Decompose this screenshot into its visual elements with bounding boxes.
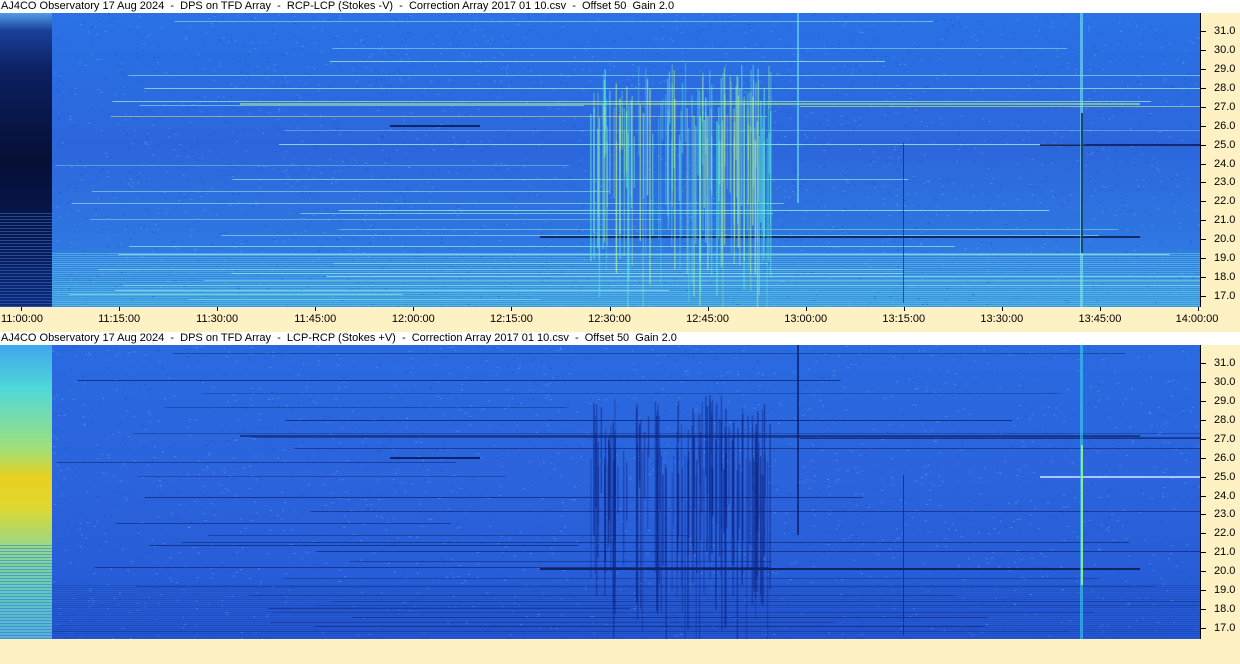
time-label: 13:00:00: [784, 313, 828, 325]
time-tick: [707, 307, 709, 311]
bottom-freq-label: 19.0: [1214, 584, 1236, 597]
time-label: 14:00:00: [1175, 313, 1219, 325]
bottom-freq-label: 21.0: [1214, 546, 1236, 559]
time-label: 13:45:00: [1078, 313, 1122, 325]
bottom-spectrogram-canvas: [0, 345, 1200, 639]
bottom-freq-tick: [1201, 533, 1206, 535]
bottom-freq-tick: [1201, 363, 1206, 364]
top-spectrogram-canvas: [0, 13, 1200, 307]
time-label: 11:15:00: [98, 313, 141, 325]
top-freq-tick: [1201, 182, 1206, 184]
bottom-freq-tick: [1201, 609, 1206, 611]
bottom-freq-label: 26.0: [1214, 451, 1236, 464]
top-freq-tick: [1201, 239, 1206, 241]
time-tick: [511, 307, 513, 311]
time-label: 13:30:00: [980, 313, 1024, 325]
bottom-freq-label: 29.0: [1214, 394, 1236, 407]
top-panel-title: AJ4CO Observatory 17 Aug 2024 - DPS on T…: [1, 0, 675, 12]
bottom-freq-tick: [1201, 571, 1206, 573]
time-tick: [1099, 307, 1101, 311]
top-freq-label: 25.0: [1214, 138, 1236, 151]
top-freq-label: 21.0: [1214, 214, 1236, 227]
top-freq-tick: [1201, 163, 1206, 165]
bottom-spectrogram-panel: AJ4CO Observatory 17 Aug 2024 - DPS on T…: [0, 332, 1240, 664]
bottom-freq-tick: [1201, 419, 1206, 421]
bottom-freq-tick: [1201, 495, 1206, 497]
top-freq-tick: [1201, 258, 1206, 260]
bottom-freq-label: 17.0: [1214, 622, 1236, 634]
top-freq-tick: [1201, 144, 1206, 146]
top-freq-label: 30.0: [1214, 43, 1236, 56]
bottom-freq-label: 28.0: [1214, 413, 1236, 426]
bottom-freq-tick: [1201, 552, 1206, 554]
top-freq-label: 29.0: [1214, 62, 1236, 75]
time-label: 11:45:00: [294, 313, 337, 325]
time-tick: [1001, 307, 1003, 311]
bottom-freq-label: 31.0: [1214, 357, 1236, 369]
top-freq-tick: [1201, 277, 1206, 279]
bottom-freq-label: 25.0: [1214, 470, 1236, 483]
top-freq-label: 17.0: [1214, 290, 1236, 302]
bottom-freq-tick: [1201, 457, 1206, 459]
top-freq-tick: [1201, 49, 1206, 51]
bottom-freq-label: 27.0: [1214, 432, 1236, 445]
bottom-axis-strip: [0, 639, 1240, 664]
top-freq-tick: [1201, 87, 1206, 89]
time-label: 11:00:00: [0, 313, 44, 325]
top-freq-label: 19.0: [1214, 252, 1236, 265]
top-freq-label: 31.0: [1214, 25, 1236, 37]
bottom-freq-tick: [1201, 438, 1206, 440]
time-label: 13:15:00: [882, 313, 926, 325]
time-tick: [805, 307, 807, 311]
bottom-freq-label: 18.0: [1214, 603, 1236, 616]
top-freq-label: 20.0: [1214, 233, 1236, 246]
time-tick: [413, 307, 415, 311]
bottom-freq-tick: [1201, 628, 1206, 629]
top-freq-tick: [1201, 31, 1206, 32]
top-freq-label: 27.0: [1214, 100, 1236, 113]
top-freq-label: 23.0: [1214, 176, 1236, 189]
time-tick: [119, 307, 121, 311]
top-frequency-axis: 31.0 30.0 29.0 28.0 27.0 26.0 25.0 24.0 23.0 22.0…: [1200, 13, 1240, 307]
top-freq-tick: [1201, 106, 1206, 108]
bottom-freq-tick: [1201, 590, 1206, 592]
time-tick: [315, 307, 317, 311]
top-freq-label: 22.0: [1214, 195, 1236, 208]
bottom-freq-label: 22.0: [1214, 527, 1236, 540]
bottom-freq-tick: [1201, 514, 1206, 516]
time-label: 11:30:00: [196, 313, 239, 325]
bottom-spectrogram-image: [0, 345, 1200, 639]
top-freq-label: 18.0: [1214, 271, 1236, 284]
time-tick: [1198, 307, 1199, 311]
time-axis: 11:00:00 11:15:00 11:30:00 11:45:00 12:00:00…: [0, 307, 1240, 332]
top-freq-tick: [1201, 220, 1206, 222]
top-spectrogram-panel: AJ4CO Observatory 17 Aug 2024 - DPS on T…: [0, 0, 1240, 332]
bottom-freq-tick: [1201, 476, 1206, 478]
time-tick: [609, 307, 611, 311]
bottom-freq-label: 20.0: [1214, 565, 1236, 578]
top-freq-label: 24.0: [1214, 157, 1236, 170]
bottom-panel-title: AJ4CO Observatory 17 Aug 2024 - DPS on T…: [1, 332, 677, 344]
top-spectrogram-image: [0, 13, 1200, 307]
bottom-freq-label: 23.0: [1214, 508, 1236, 521]
top-freq-tick: [1201, 201, 1206, 203]
time-label: 12:15:00: [489, 313, 533, 325]
bottom-freq-label: 30.0: [1214, 375, 1236, 388]
bottom-freq-tick: [1201, 381, 1206, 383]
time-tick: [21, 307, 22, 311]
top-freq-label: 28.0: [1214, 81, 1236, 94]
time-label: 12:45:00: [686, 313, 729, 325]
time-tick: [217, 307, 219, 311]
bottom-freq-label: 24.0: [1214, 489, 1236, 502]
time-label: 12:30:00: [588, 313, 631, 325]
time-label: 12:00:00: [391, 313, 435, 325]
bottom-frequency-axis: 31.0 30.0 29.0 28.0 27.0 26.0 25.0 24.0 23.0 22.0…: [1200, 345, 1240, 639]
top-freq-tick: [1201, 125, 1206, 127]
time-tick: [903, 307, 905, 311]
top-freq-tick: [1201, 68, 1206, 70]
top-freq-tick: [1201, 296, 1206, 297]
top-freq-label: 26.0: [1214, 119, 1236, 132]
bottom-freq-tick: [1201, 400, 1206, 402]
